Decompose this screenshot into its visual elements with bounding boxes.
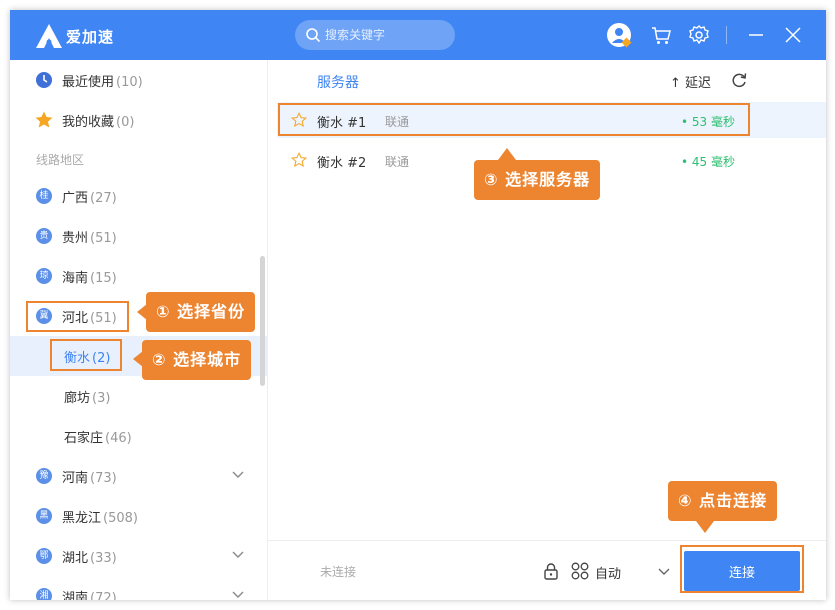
favorite-star-icon[interactable] (291, 152, 307, 168)
sidebar-item-label: 黑龙江 (62, 511, 102, 526)
sidebar-item-label: 我的收藏 (62, 115, 115, 130)
callout-step-2: ② 选择城市 (142, 340, 252, 380)
app-logo-icon (36, 24, 62, 48)
highlight-city (50, 339, 122, 371)
highlight-server (278, 103, 750, 136)
sidebar-item-label: 廊坊 (64, 391, 91, 406)
sidebar-item-heilongjiang[interactable]: 黑 黑龙江 (508) (10, 496, 267, 536)
search-input[interactable] (325, 20, 450, 50)
title-bar: 爱加速 (10, 10, 826, 60)
minimize-icon[interactable] (743, 22, 769, 48)
sidebar-item-label: 贵州 (62, 231, 89, 246)
callout-arrow (498, 148, 516, 160)
sidebar-item-guizhou[interactable]: 贵 贵州 (51) (10, 216, 267, 256)
sidebar-item-count: (72) (90, 591, 117, 600)
footer-divider (268, 540, 826, 541)
sidebar-item-count: (10) (116, 75, 143, 90)
sidebar-item-label: 湖北 (62, 551, 89, 566)
highlight-connect (680, 545, 804, 593)
user-avatar-icon[interactable] (606, 22, 632, 48)
section-label-regions: 线路地区 (36, 153, 85, 167)
cart-icon[interactable] (648, 22, 674, 48)
connection-status: 未连接 (320, 565, 357, 579)
callout-step-3: ③ 选择服务器 (474, 160, 601, 200)
sidebar-item-guangxi[interactable]: 桂 广西 (27) (10, 176, 267, 216)
province-badge: 琼 (36, 268, 52, 284)
sidebar-item-count: (46) (105, 431, 132, 446)
province-badge: 贵 (36, 228, 52, 244)
mode-select-value[interactable]: 自动 (595, 563, 621, 582)
search-icon (306, 28, 321, 43)
chevron-down-icon[interactable] (232, 590, 244, 600)
sidebar-item-henan[interactable]: 豫 河南 (73) (10, 456, 267, 496)
close-icon[interactable] (780, 22, 806, 48)
province-badge: 黑 (36, 508, 52, 524)
lock-icon[interactable] (543, 562, 559, 580)
sidebar-item-count: (3) (92, 391, 111, 406)
sidebar-item-label: 广西 (62, 191, 89, 206)
sidebar-item-count: (0) (116, 115, 135, 130)
callout-arrow (696, 521, 714, 533)
callout-step-4: ④ 点击连接 (668, 481, 778, 521)
gear-icon[interactable] (686, 22, 712, 48)
server-latency: • 45 毫秒 (681, 155, 735, 169)
sidebar-item-count: (15) (90, 271, 117, 286)
sidebar-item-hunan[interactable]: 湘 湖南 (72) (10, 576, 267, 600)
province-badge: 鄂 (36, 548, 52, 564)
sidebar-item-hubei[interactable]: 鄂 湖北 (33) (10, 536, 267, 576)
sidebar-city-shijiazhuang[interactable]: 石家庄 (46) (10, 416, 267, 456)
callout-step-1: ① 选择省份 (146, 292, 256, 332)
sidebar-item-label: 湖南 (62, 591, 89, 600)
server-list-title: 服务器 (317, 75, 359, 91)
sidebar-item-count: (33) (90, 551, 117, 566)
province-badge: 湘 (36, 588, 52, 600)
highlight-province (26, 301, 129, 332)
sidebar-item-label: 海南 (62, 271, 89, 286)
sidebar-item-hainan[interactable]: 琼 海南 (15) (10, 256, 267, 296)
sidebar-city-langfang[interactable]: 廊坊 (3) (10, 376, 267, 416)
sidebar-item-count: (508) (103, 511, 138, 526)
chevron-down-icon[interactable] (232, 470, 244, 480)
sidebar-item-label: 最近使用 (62, 75, 115, 90)
mode-grid-icon (571, 562, 589, 580)
sidebar-item-count: (73) (90, 471, 117, 486)
province-badge: 豫 (36, 468, 52, 484)
server-name: 衡水 #2 (317, 156, 367, 171)
sidebar-scrollbar[interactable] (260, 256, 265, 386)
sort-by-latency-button[interactable]: ↑ 延迟 (670, 72, 711, 91)
sidebar-item-favorites[interactable]: 我的收藏 (0) (10, 100, 267, 140)
refresh-icon[interactable] (730, 71, 748, 89)
sidebar-item-label: 河南 (62, 471, 89, 486)
pane-divider (267, 60, 268, 600)
province-badge: 桂 (36, 188, 52, 204)
clock-icon (36, 72, 52, 88)
sidebar-item-count: (51) (90, 231, 117, 246)
sidebar-item-label: 石家庄 (64, 431, 104, 446)
star-icon (35, 111, 53, 128)
server-isp: 联通 (385, 155, 410, 169)
chevron-down-icon[interactable] (232, 550, 244, 560)
chevron-down-icon[interactable] (658, 567, 670, 577)
titlebar-separator (726, 26, 727, 44)
sidebar-item-count: (27) (90, 191, 117, 206)
search-box[interactable] (295, 20, 455, 50)
app-title: 爱加速 (66, 28, 115, 46)
sidebar-item-recent[interactable]: 最近使用 (10) (10, 60, 267, 100)
